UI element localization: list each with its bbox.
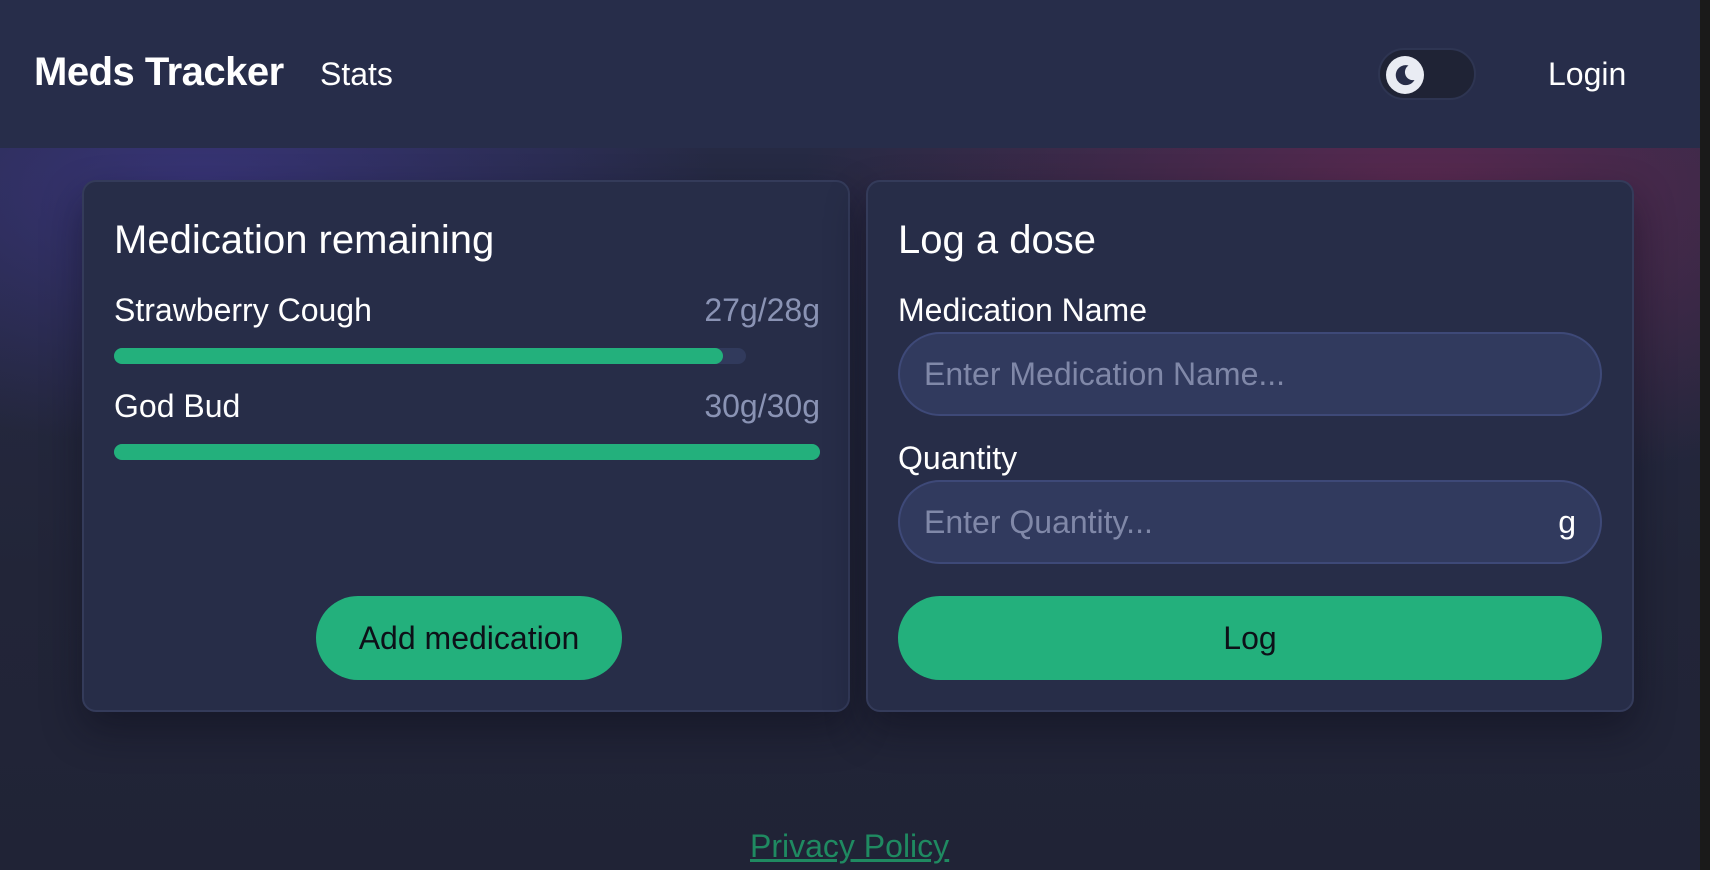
log-button[interactable]: Log [898, 596, 1602, 680]
moon-icon [1395, 65, 1415, 86]
medication-name-field [898, 332, 1602, 416]
medication-amount: 30g/30g [704, 388, 820, 424]
progress-track [114, 444, 820, 460]
medication-amount: 27g/28g [704, 292, 820, 328]
privacy-policy-link[interactable]: Privacy Policy [750, 828, 949, 865]
medication-name-input[interactable] [924, 334, 1544, 414]
quantity-input[interactable] [924, 482, 1544, 562]
top-navbar: Meds Tracker Stats Login [0, 0, 1700, 148]
theme-toggle[interactable] [1378, 48, 1476, 100]
log-dose-card: Log a dose Medication Name Quantity g Lo… [866, 180, 1634, 712]
medication-name-label: Medication Name [898, 292, 1147, 328]
card-title: Log a dose [898, 218, 1096, 262]
quantity-unit: g [1558, 504, 1576, 540]
add-medication-button[interactable]: Add medication [316, 596, 622, 680]
progress-fill [114, 444, 820, 460]
app-window: Meds Tracker Stats Login Medication rema… [0, 0, 1700, 870]
progress-track [114, 348, 746, 364]
card-title: Medication remaining [114, 218, 495, 262]
login-link[interactable]: Login [1548, 56, 1626, 93]
progress-fill [114, 348, 724, 364]
medication-name: God Bud [114, 388, 241, 424]
medication-remaining-card: Medication remaining Strawberry Cough 27… [82, 180, 850, 712]
quantity-field: g [898, 480, 1602, 564]
medication-name: Strawberry Cough [114, 292, 372, 328]
brand-logo[interactable]: Meds Tracker [34, 50, 284, 95]
toggle-knob [1386, 56, 1424, 94]
nav-link-stats[interactable]: Stats [320, 56, 393, 93]
quantity-label: Quantity [898, 440, 1018, 476]
window-edge [1700, 0, 1710, 870]
